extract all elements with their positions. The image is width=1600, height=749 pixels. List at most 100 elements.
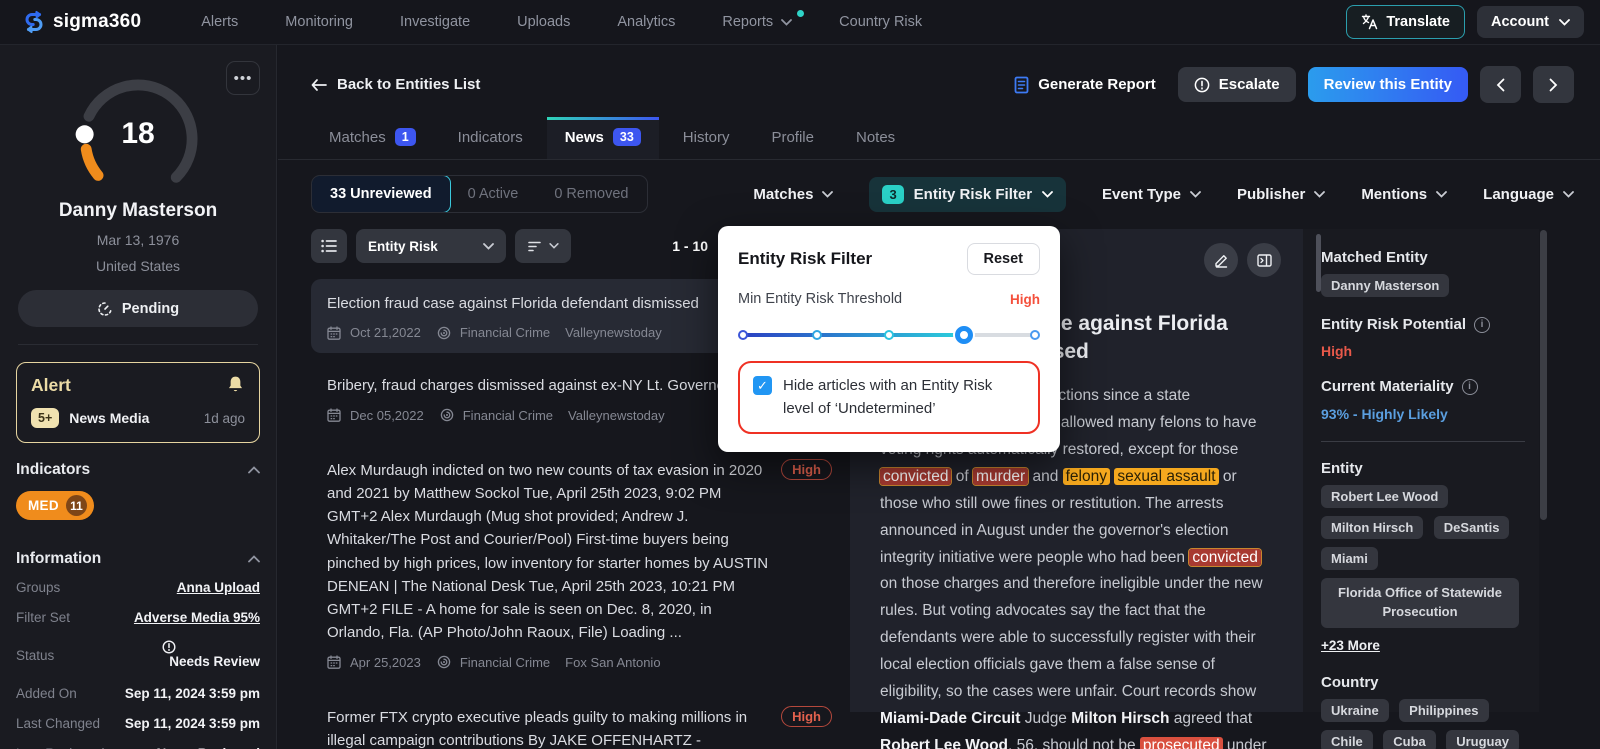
tab-indicators[interactable]: Indicators — [440, 118, 541, 159]
body-text: agreed that — [1169, 710, 1252, 727]
entity-chip[interactable]: Miami — [1321, 547, 1378, 570]
alert-card[interactable]: Alert 5+ News Media 1d ago — [16, 362, 260, 443]
alert-source: News Media — [69, 410, 149, 426]
news-item-2[interactable]: High Alex Murdaugh indicted on two new c… — [311, 446, 836, 683]
indicator-count-badge: 11 — [66, 495, 87, 516]
info-icon[interactable]: i — [1474, 317, 1490, 333]
account-button[interactable]: Account — [1477, 6, 1584, 38]
nav-item-alerts[interactable]: Alerts — [201, 14, 238, 30]
hide-undetermined-annotation: ✓ Hide articles with an Entity Risk leve… — [738, 361, 1040, 434]
highlighted-term: convicted — [880, 468, 951, 485]
indicator-med-pill[interactable]: MED 11 — [16, 491, 94, 520]
sort-field-select[interactable]: Entity Risk — [356, 229, 506, 263]
slider-handle[interactable] — [955, 326, 973, 344]
risk-score-gauge: 18 — [63, 67, 213, 192]
threshold-value: High — [1010, 292, 1040, 307]
tab-notes[interactable]: Notes — [838, 118, 913, 159]
translate-button[interactable]: Translate — [1346, 5, 1465, 39]
slider-stop[interactable] — [884, 330, 894, 340]
entity-more-link[interactable]: +23 More — [1321, 638, 1380, 653]
nav-item-investigate[interactable]: Investigate — [400, 14, 470, 30]
nav-item-reports[interactable]: Reports — [722, 14, 792, 30]
entity-chip[interactable]: Robert Lee Wood — [1321, 485, 1448, 508]
divider — [18, 344, 258, 345]
page-scrollbar-thumb[interactable] — [1540, 230, 1547, 520]
entity-chip[interactable]: DeSantis — [1434, 516, 1510, 539]
event-type-dropdown[interactable]: Event Type — [1102, 186, 1201, 203]
materiality-value: 93% - Highly Likely — [1321, 406, 1525, 422]
tab-news[interactable]: News33 — [547, 117, 659, 159]
list-view-button[interactable] — [311, 229, 347, 263]
segment-removed[interactable]: 0 Removed — [536, 176, 646, 212]
article-scrollbar-thumb[interactable] — [1316, 234, 1321, 292]
risk-level-badge: High — [781, 706, 832, 727]
country-chip[interactable]: Philippines — [1399, 699, 1488, 722]
review-entity-button[interactable]: Review this Entity — [1308, 67, 1468, 102]
news-item-3[interactable]: High Former FTX crypto executive pleads … — [311, 693, 836, 749]
language-dropdown[interactable]: Language — [1483, 186, 1574, 203]
tab-profile[interactable]: Profile — [753, 118, 832, 159]
slider-stop[interactable] — [812, 330, 822, 340]
info-row-added-on: Added On Sep 11, 2024 3:59 pm — [16, 686, 260, 701]
calendar-icon — [327, 408, 341, 422]
expand-panel-button[interactable] — [1247, 243, 1281, 277]
nav-item-country-risk[interactable]: Country Risk — [839, 14, 922, 30]
risk-potential-section: Entity Risk Potential i High — [1321, 316, 1525, 359]
hide-undetermined-checkbox[interactable]: ✓ — [753, 376, 772, 395]
country-tags-section: Country Ukraine Philippines Chile Cuba U… — [1321, 674, 1525, 749]
information-section-header[interactable]: Information — [16, 550, 260, 568]
entity-risk-filter-dropdown[interactable]: 3 Entity Risk Filter — [869, 177, 1066, 212]
back-to-entities-link[interactable]: Back to Entities List — [311, 76, 480, 93]
matches-filter-dropdown[interactable]: Matches — [753, 186, 833, 203]
entity-tags-title: Entity — [1321, 460, 1525, 477]
entity-menu-button[interactable]: ••• — [226, 61, 260, 95]
escalate-button[interactable]: Escalate — [1178, 67, 1296, 102]
groups-link[interactable]: Anna Upload — [177, 580, 260, 595]
risk-filter-count-badge: 3 — [882, 185, 903, 204]
body-text: and — [1028, 468, 1062, 485]
news-title: Alex Murdaugh indicted on two new counts… — [327, 459, 772, 645]
country-chip[interactable]: Ukraine — [1321, 699, 1389, 722]
filter-set-link[interactable]: Adverse Media 95% — [134, 610, 260, 625]
nav-item-monitoring[interactable]: Monitoring — [285, 14, 353, 30]
highlighted-term: felony — [1063, 468, 1110, 485]
info-icon[interactable]: i — [1462, 379, 1478, 395]
indicators-section-header[interactable]: Indicators — [16, 461, 260, 479]
nav-item-analytics[interactable]: Analytics — [617, 14, 675, 30]
slider-stop[interactable] — [738, 330, 748, 340]
country-chip[interactable]: Cuba — [1383, 730, 1436, 749]
country-chip[interactable]: Uruguay — [1446, 730, 1519, 749]
tab-history[interactable]: History — [665, 118, 748, 159]
entity-chip[interactable]: Milton Hirsch — [1321, 516, 1423, 539]
reset-button[interactable]: Reset — [967, 243, 1041, 275]
slider-stop[interactable] — [1030, 330, 1040, 340]
matched-entity-chip[interactable]: Danny Masterson — [1321, 274, 1449, 297]
brand-logo[interactable]: sigma360 — [22, 10, 141, 34]
segment-active[interactable]: 0 Active — [450, 176, 537, 212]
materiality-section: Current Materiality i 93% - Highly Likel… — [1321, 378, 1525, 422]
status-pending-button[interactable]: Pending — [18, 290, 258, 327]
news-publisher: Valleynewstoday — [565, 325, 662, 340]
news-date: Apr 25,2023 — [350, 655, 421, 670]
risk-score-value: 18 — [63, 117, 213, 151]
publisher-dropdown[interactable]: Publisher — [1237, 186, 1325, 203]
indicator-level: MED — [28, 498, 59, 513]
annotate-button[interactable] — [1204, 243, 1238, 277]
next-entity-button[interactable] — [1533, 66, 1574, 103]
alert-count-badge: 5+ — [31, 408, 59, 428]
chevron-up-icon[interactable] — [248, 466, 260, 474]
entity-chip[interactable]: Florida Office of Statewide Prosecution — [1321, 578, 1519, 628]
sort-order-button[interactable] — [515, 229, 571, 263]
previous-entity-button[interactable] — [1480, 66, 1521, 103]
country-chip[interactable]: Chile — [1321, 730, 1373, 749]
nav-item-uploads[interactable]: Uploads — [517, 14, 570, 30]
risk-threshold-slider[interactable] — [740, 325, 1038, 345]
entity-country: United States — [16, 258, 260, 274]
chevron-up-icon[interactable] — [248, 555, 260, 563]
entity-tags-section: Entity Robert Lee Wood Milton Hirsch DeS… — [1321, 460, 1525, 655]
segment-unreviewed[interactable]: 33 Unreviewed — [311, 175, 451, 213]
risk-potential-value: High — [1321, 343, 1525, 359]
mentions-dropdown[interactable]: Mentions — [1361, 186, 1447, 203]
generate-report-button[interactable]: Generate Report — [1014, 76, 1156, 94]
tab-matches[interactable]: Matches1 — [311, 117, 434, 159]
